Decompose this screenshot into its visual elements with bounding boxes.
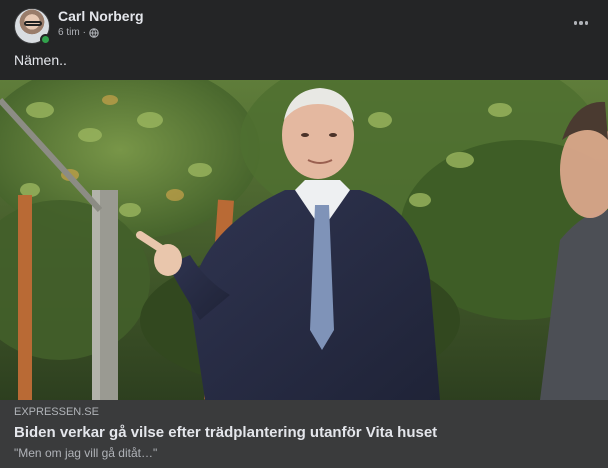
link-subtitle: "Men om jag vill gå ditåt…" <box>14 446 158 460</box>
link-preview[interactable]: EXPRESSEN.SE Biden verkar gå vilse efter… <box>0 400 608 468</box>
more-options-icon[interactable] <box>570 12 592 34</box>
post-timestamp[interactable]: 6 tim <box>58 27 80 38</box>
link-domain: EXPRESSEN.SE <box>14 406 99 418</box>
post-meta: 6 tim · <box>58 27 99 38</box>
meta-separator: · <box>82 27 87 38</box>
post-text: Nämen.. <box>14 52 67 68</box>
globe-icon[interactable] <box>89 27 99 38</box>
online-status-indicator <box>40 34 51 45</box>
link-headline[interactable]: Biden verkar gå vilse efter trädplanteri… <box>14 424 437 441</box>
feed-post: Carl Norberg 6 tim · Nämen.. EXPRESSEN.S… <box>0 0 608 468</box>
avatar-glasses <box>24 21 42 26</box>
post-photo[interactable] <box>0 80 608 400</box>
author-name[interactable]: Carl Norberg <box>58 8 144 24</box>
post-header: Carl Norberg 6 tim · <box>0 0 608 48</box>
photo-scene <box>0 80 608 400</box>
